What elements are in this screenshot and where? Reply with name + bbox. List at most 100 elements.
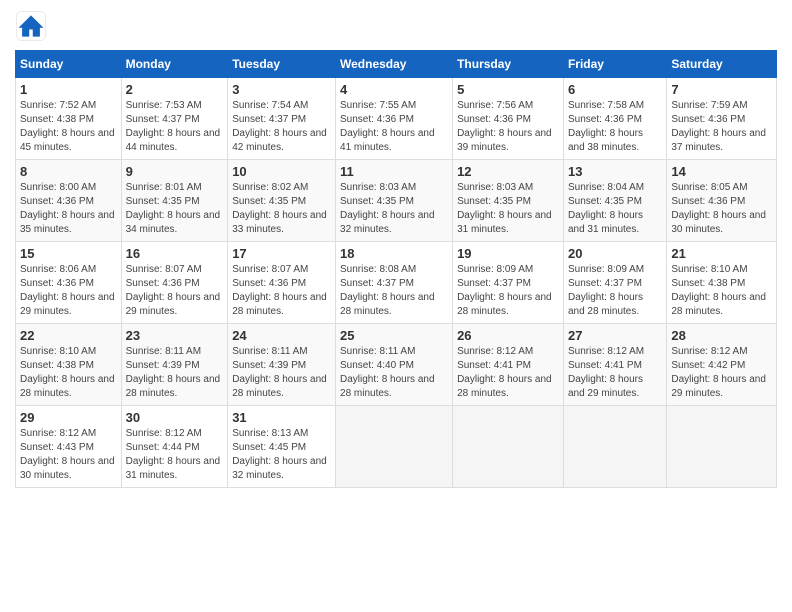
day-number: 28 — [671, 328, 772, 343]
daylight-label: Daylight: 8 hours and 32 minutes. — [232, 456, 327, 481]
day-cell: 23 Sunrise: 8:11 AM Sunset: 4:39 PM Dayl… — [121, 324, 228, 406]
day-number: 21 — [671, 246, 772, 261]
sunrise-label: Sunrise: 8:13 AM — [232, 428, 308, 439]
sunset-label: Sunset: 4:41 PM — [568, 360, 642, 371]
sunrise-label: Sunrise: 8:11 AM — [232, 346, 307, 357]
sunrise-label: Sunrise: 8:11 AM — [126, 346, 201, 357]
column-header-wednesday: Wednesday — [336, 51, 453, 78]
day-number: 8 — [20, 164, 117, 179]
day-number: 26 — [457, 328, 559, 343]
sunrise-label: Sunrise: 8:12 AM — [457, 346, 533, 357]
day-info: Sunrise: 8:09 AM Sunset: 4:37 PM Dayligh… — [568, 263, 662, 319]
day-info: Sunrise: 8:12 AM Sunset: 4:41 PM Dayligh… — [568, 345, 662, 401]
day-info: Sunrise: 7:59 AM Sunset: 4:36 PM Dayligh… — [671, 99, 772, 155]
day-number: 3 — [232, 82, 331, 97]
day-number: 9 — [126, 164, 224, 179]
daylight-label: Daylight: 8 hours and 30 minutes. — [20, 456, 115, 481]
day-number: 11 — [340, 164, 448, 179]
sunset-label: Sunset: 4:44 PM — [126, 442, 200, 453]
sunset-label: Sunset: 4:35 PM — [340, 196, 414, 207]
day-cell: 20 Sunrise: 8:09 AM Sunset: 4:37 PM Dayl… — [563, 242, 666, 324]
day-info: Sunrise: 8:11 AM Sunset: 4:39 PM Dayligh… — [232, 345, 331, 401]
sunrise-label: Sunrise: 7:59 AM — [671, 100, 747, 111]
day-cell: 14 Sunrise: 8:05 AM Sunset: 4:36 PM Dayl… — [667, 160, 777, 242]
logo — [15, 10, 51, 42]
day-cell: 27 Sunrise: 8:12 AM Sunset: 4:41 PM Dayl… — [563, 324, 666, 406]
day-info: Sunrise: 8:06 AM Sunset: 4:36 PM Dayligh… — [20, 263, 117, 319]
day-number: 29 — [20, 410, 117, 425]
day-info: Sunrise: 8:10 AM Sunset: 4:38 PM Dayligh… — [671, 263, 772, 319]
daylight-label: Daylight: 8 hours and 38 minutes. — [568, 128, 643, 153]
day-number: 15 — [20, 246, 117, 261]
day-cell: 12 Sunrise: 8:03 AM Sunset: 4:35 PM Dayl… — [453, 160, 564, 242]
sunset-label: Sunset: 4:37 PM — [232, 114, 306, 125]
sunrise-label: Sunrise: 8:07 AM — [126, 264, 202, 275]
sunset-label: Sunset: 4:38 PM — [671, 278, 745, 289]
sunrise-label: Sunrise: 8:03 AM — [340, 182, 416, 193]
day-number: 14 — [671, 164, 772, 179]
day-cell: 5 Sunrise: 7:56 AM Sunset: 4:36 PM Dayli… — [453, 78, 564, 160]
sunset-label: Sunset: 4:41 PM — [457, 360, 531, 371]
week-row-1: 1 Sunrise: 7:52 AM Sunset: 4:38 PM Dayli… — [16, 78, 777, 160]
sunset-label: Sunset: 4:35 PM — [232, 196, 306, 207]
sunrise-label: Sunrise: 8:12 AM — [671, 346, 747, 357]
header-row: SundayMondayTuesdayWednesdayThursdayFrid… — [16, 51, 777, 78]
sunset-label: Sunset: 4:39 PM — [126, 360, 200, 371]
daylight-label: Daylight: 8 hours and 29 minutes. — [671, 374, 766, 399]
day-cell: 8 Sunrise: 8:00 AM Sunset: 4:36 PM Dayli… — [16, 160, 122, 242]
day-cell: 9 Sunrise: 8:01 AM Sunset: 4:35 PM Dayli… — [121, 160, 228, 242]
day-info: Sunrise: 8:01 AM Sunset: 4:35 PM Dayligh… — [126, 181, 224, 237]
day-cell: 3 Sunrise: 7:54 AM Sunset: 4:37 PM Dayli… — [228, 78, 336, 160]
day-cell: 29 Sunrise: 8:12 AM Sunset: 4:43 PM Dayl… — [16, 406, 122, 488]
column-header-monday: Monday — [121, 51, 228, 78]
day-cell: 17 Sunrise: 8:07 AM Sunset: 4:36 PM Dayl… — [228, 242, 336, 324]
day-number: 6 — [568, 82, 662, 97]
daylight-label: Daylight: 8 hours and 29 minutes. — [20, 292, 115, 317]
day-cell: 19 Sunrise: 8:09 AM Sunset: 4:37 PM Dayl… — [453, 242, 564, 324]
day-info: Sunrise: 8:03 AM Sunset: 4:35 PM Dayligh… — [340, 181, 448, 237]
day-number: 25 — [340, 328, 448, 343]
column-header-friday: Friday — [563, 51, 666, 78]
day-number: 13 — [568, 164, 662, 179]
daylight-label: Daylight: 8 hours and 42 minutes. — [232, 128, 327, 153]
daylight-label: Daylight: 8 hours and 30 minutes. — [671, 210, 766, 235]
day-cell: 22 Sunrise: 8:10 AM Sunset: 4:38 PM Dayl… — [16, 324, 122, 406]
sunset-label: Sunset: 4:36 PM — [457, 114, 531, 125]
daylight-label: Daylight: 8 hours and 31 minutes. — [568, 210, 643, 235]
daylight-label: Daylight: 8 hours and 28 minutes. — [340, 292, 435, 317]
sunrise-label: Sunrise: 8:12 AM — [568, 346, 644, 357]
daylight-label: Daylight: 8 hours and 31 minutes. — [457, 210, 552, 235]
daylight-label: Daylight: 8 hours and 31 minutes. — [126, 456, 221, 481]
day-number: 7 — [671, 82, 772, 97]
sunrise-label: Sunrise: 8:10 AM — [20, 346, 96, 357]
sunrise-label: Sunrise: 8:03 AM — [457, 182, 533, 193]
sunset-label: Sunset: 4:35 PM — [126, 196, 200, 207]
day-info: Sunrise: 7:55 AM Sunset: 4:36 PM Dayligh… — [340, 99, 448, 155]
day-info: Sunrise: 8:12 AM Sunset: 4:42 PM Dayligh… — [671, 345, 772, 401]
day-info: Sunrise: 7:53 AM Sunset: 4:37 PM Dayligh… — [126, 99, 224, 155]
day-info: Sunrise: 8:12 AM Sunset: 4:41 PM Dayligh… — [457, 345, 559, 401]
sunrise-label: Sunrise: 8:02 AM — [232, 182, 308, 193]
day-number: 5 — [457, 82, 559, 97]
day-info: Sunrise: 8:08 AM Sunset: 4:37 PM Dayligh… — [340, 263, 448, 319]
daylight-label: Daylight: 8 hours and 37 minutes. — [671, 128, 766, 153]
day-cell: 16 Sunrise: 8:07 AM Sunset: 4:36 PM Dayl… — [121, 242, 228, 324]
sunset-label: Sunset: 4:36 PM — [340, 114, 414, 125]
column-header-sunday: Sunday — [16, 51, 122, 78]
day-cell: 11 Sunrise: 8:03 AM Sunset: 4:35 PM Dayl… — [336, 160, 453, 242]
sunrise-label: Sunrise: 8:08 AM — [340, 264, 416, 275]
logo-icon — [15, 10, 47, 42]
daylight-label: Daylight: 8 hours and 34 minutes. — [126, 210, 221, 235]
sunset-label: Sunset: 4:37 PM — [568, 278, 642, 289]
day-info: Sunrise: 7:54 AM Sunset: 4:37 PM Dayligh… — [232, 99, 331, 155]
day-cell: 18 Sunrise: 8:08 AM Sunset: 4:37 PM Dayl… — [336, 242, 453, 324]
sunrise-label: Sunrise: 8:06 AM — [20, 264, 96, 275]
daylight-label: Daylight: 8 hours and 32 minutes. — [340, 210, 435, 235]
daylight-label: Daylight: 8 hours and 44 minutes. — [126, 128, 221, 153]
column-header-thursday: Thursday — [453, 51, 564, 78]
sunrise-label: Sunrise: 8:04 AM — [568, 182, 644, 193]
daylight-label: Daylight: 8 hours and 35 minutes. — [20, 210, 115, 235]
day-cell: 26 Sunrise: 8:12 AM Sunset: 4:41 PM Dayl… — [453, 324, 564, 406]
day-number: 12 — [457, 164, 559, 179]
column-header-tuesday: Tuesday — [228, 51, 336, 78]
